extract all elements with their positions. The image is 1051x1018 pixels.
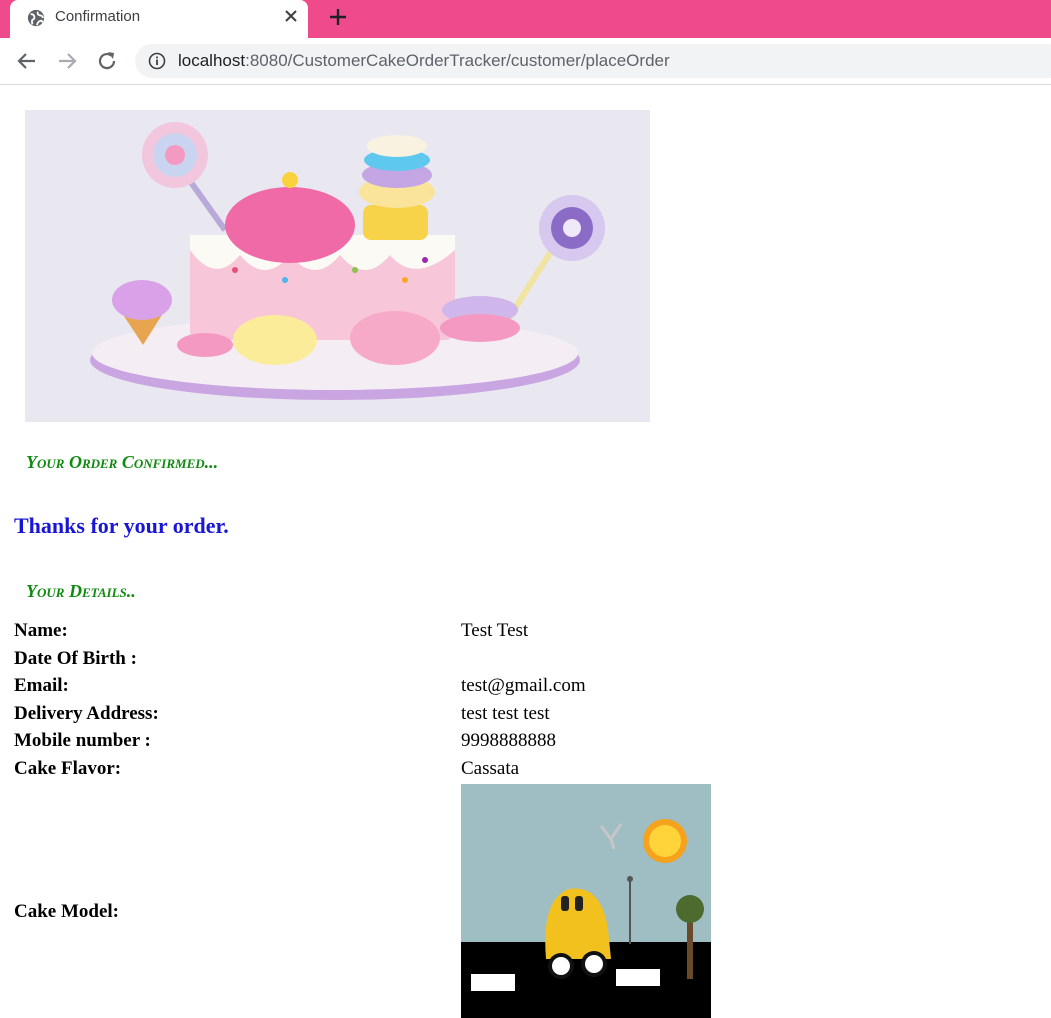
forward-arrow-icon[interactable] (55, 49, 79, 73)
browser-toolbar: localhost:8080/CustomerCakeOrderTracker/… (0, 38, 1051, 85)
url-text: localhost:8080/CustomerCakeOrderTracker/… (178, 51, 670, 71)
cake-model-label: Cake Model: (14, 901, 120, 922)
your-details-heading: Your Details.. (26, 581, 136, 601)
browser-tab[interactable]: Confirmation (10, 0, 308, 38)
close-icon[interactable] (283, 8, 299, 24)
cake-model-image (461, 784, 711, 1018)
order-confirmed-heading: Your Order Confirmed... (26, 452, 219, 472)
plus-icon[interactable] (327, 6, 349, 28)
url-path: :8080/CustomerCakeOrderTracker/customer/… (245, 51, 670, 70)
tab-title: Confirmation (55, 8, 141, 25)
dob-label: Date Of Birth : (14, 648, 137, 669)
thanks-message: Thanks for your order. (14, 513, 229, 538)
url-host: localhost (178, 51, 246, 70)
reload-icon[interactable] (95, 49, 119, 73)
name-label: Name: (14, 620, 68, 641)
cake-flavor-label: Cake Flavor: (14, 758, 122, 779)
cake-banner-image (25, 110, 650, 422)
delivery-address-label: Delivery Address: (14, 703, 159, 724)
back-arrow-icon[interactable] (15, 49, 39, 73)
info-icon[interactable] (148, 52, 166, 70)
email-value: test@gmail.com (461, 675, 586, 696)
email-label: Email: (14, 675, 69, 696)
address-bar[interactable]: localhost:8080/CustomerCakeOrderTracker/… (135, 44, 1051, 78)
mobile-number-value: 9998888888 (461, 730, 556, 751)
delivery-address-value: test test test (461, 703, 550, 724)
mobile-number-label: Mobile number : (14, 730, 151, 751)
globe-icon (27, 9, 45, 27)
name-value: Test Test (461, 620, 529, 641)
cake-flavor-value: Cassata (461, 758, 520, 779)
tab-strip: Confirmation (0, 0, 1051, 38)
